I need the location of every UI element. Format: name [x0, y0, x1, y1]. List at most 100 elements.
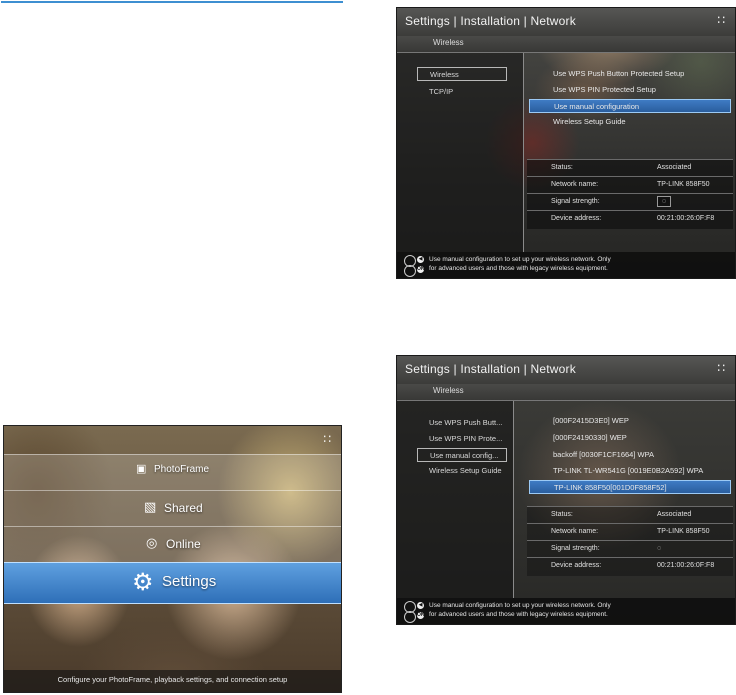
status-value: TP-LINK 858F50 — [657, 181, 710, 188]
network-label: TP-LINK 858F50[001D0F858F52] — [554, 483, 667, 492]
nav-item-label: Use WPS Push Butt... — [429, 418, 503, 427]
option-label: Use manual configuration — [554, 102, 640, 111]
title-bar: Settings | Installation | Network ∷ — [397, 8, 735, 36]
back-key-icon: ◀ — [417, 256, 424, 263]
nav-item-label: Wireless — [430, 70, 459, 79]
nav-item-wps-pin[interactable]: Use WPS PIN Prote... — [421, 432, 511, 446]
globe-icon: ◎ — [146, 535, 158, 550]
help-text: Use manual configuration to set up your … — [429, 601, 611, 619]
status-key: Signal strength: — [551, 198, 600, 205]
menu-item-shared[interactable]: ▧ Shared — [4, 490, 341, 526]
status-value: Associated — [657, 164, 692, 171]
menu-item-label: PhotoFrame — [154, 464, 210, 475]
option-wireless-setup-guide[interactable]: Wireless Setup Guide — [529, 115, 731, 129]
wifi-icon: ∷ — [717, 361, 725, 375]
network-item-selected[interactable]: TP-LINK 858F50[001D0F858F52] — [529, 480, 731, 494]
help-text-line1: Use manual configuration to set up your … — [429, 256, 611, 263]
status-value: 00:21:00:26:0F:F8 — [657, 215, 715, 222]
menu-item-photoframe[interactable]: ▣ PhotoFrame — [4, 454, 341, 490]
shared-icon: ▧ — [144, 499, 157, 514]
subtitle-bar: Wireless — [397, 36, 735, 53]
help-footer: ◀ OK Use manual configuration to set up … — [397, 598, 735, 624]
nav-item-manual-config[interactable]: Use manual config... — [417, 448, 507, 462]
status-row: Status: Associated — [527, 159, 733, 175]
nav-ring-icon — [404, 265, 416, 277]
nav-item-wireless-setup-guide[interactable]: Wireless Setup Guide — [421, 464, 511, 478]
wifi-icon: ∷ — [323, 432, 331, 446]
option-manual-configuration[interactable]: Use manual configuration — [529, 99, 731, 113]
network-label: [000F24190330] WEP — [553, 433, 627, 442]
status-value: TP-LINK 858F50 — [657, 528, 710, 535]
status-key: Network name: — [551, 528, 599, 535]
subtitle-bar: Wireless — [397, 384, 735, 401]
status-panel: Status: Associated Network name: TP-LINK… — [527, 506, 733, 576]
network-label: TP-LINK TL-WR541G [0019E0B2A592] WPA — [553, 466, 704, 475]
menu-item-label: Shared — [164, 501, 203, 515]
nav-item-label: Use WPS PIN Prote... — [429, 434, 503, 443]
help-text: Use manual configuration to set up your … — [429, 255, 611, 273]
device-address-row: Device address: 00:21:00:26:0F:F8 — [527, 557, 733, 573]
option-wps-push-button[interactable]: Use WPS Push Button Protected Setup — [529, 67, 731, 81]
status-row: Status: Associated — [527, 506, 733, 522]
status-key: Network name: — [551, 181, 599, 188]
left-menu-pane — [397, 53, 523, 252]
nav-item-label: Wireless Setup Guide — [429, 466, 502, 475]
title-bar: Settings | Installation | Network ∷ — [397, 356, 735, 384]
network-item[interactable]: TP-LINK TL-WR541G [0019E0B2A592] WPA — [529, 464, 731, 478]
ok-key-icon: OK — [417, 266, 425, 273]
status-key: Status: — [551, 511, 573, 518]
network-item[interactable]: [000F24190330] WEP — [529, 431, 731, 445]
network-name-row: Network name: TP-LINK 858F50 — [527, 523, 733, 539]
status-key: Status: — [551, 164, 573, 171]
breadcrumb-title: Settings | Installation | Network — [405, 362, 576, 376]
nav-item-tcpip[interactable]: TCP/IP — [421, 85, 511, 99]
wifi-icon: ∷ — [717, 13, 725, 27]
network-label: [000F2415D3E0] WEP — [553, 416, 629, 425]
ok-key-icon: OK — [417, 612, 425, 619]
help-text-line2: for advanced users and those with legacy… — [429, 611, 608, 618]
signal-strength-icon: ◌ — [657, 196, 671, 207]
pane-divider — [513, 401, 514, 598]
option-wps-pin[interactable]: Use WPS PIN Protected Setup — [529, 83, 731, 97]
network-label: backoff [0030F1CF1664] WPA — [553, 450, 655, 459]
breadcrumb-title: Settings | Installation | Network — [405, 14, 576, 28]
home-help-footer: Configure your PhotoFrame, playback sett… — [4, 670, 341, 692]
signal-strength-value: ◌ — [657, 194, 671, 209]
home-help-text: Configure your PhotoFrame, playback sett… — [57, 675, 288, 684]
option-label: Wireless Setup Guide — [553, 117, 626, 126]
menu-item-label: Online — [166, 537, 201, 551]
status-key: Device address: — [551, 562, 602, 569]
photoframe-icon: ▣ — [136, 463, 147, 475]
nav-item-wps-push[interactable]: Use WPS Push Butt... — [421, 416, 511, 430]
help-footer: ◀ OK Use manual configuration to set up … — [397, 252, 735, 278]
settings-network-screen-top: Settings | Installation | Network ∷ Wire… — [396, 7, 736, 279]
nav-item-wireless[interactable]: Wireless — [417, 67, 507, 81]
help-text-line1: Use manual configuration to set up your … — [429, 602, 611, 609]
device-address-row: Device address: 00:21:00:26:0F:F8 — [527, 210, 733, 226]
menu-item-online[interactable]: ◎ Online — [4, 526, 341, 562]
section-subtitle: Wireless — [433, 38, 464, 47]
home-menu-screen: ∷ ▣ PhotoFrame ▧ Shared ◎ Online ⚙ Setti… — [3, 425, 342, 693]
signal-strength-icon: ◌ — [657, 545, 662, 552]
network-item[interactable]: [000F2415D3E0] WEP — [529, 414, 731, 428]
left-menu-pane — [397, 401, 513, 598]
menu-item-settings[interactable]: ⚙ Settings — [4, 562, 341, 604]
nav-item-label: TCP/IP — [429, 87, 454, 96]
pane-divider — [523, 53, 524, 252]
menu-item-label: Settings — [162, 573, 217, 590]
option-label: Use WPS Push Button Protected Setup — [553, 69, 685, 78]
signal-strength-row: Signal strength: ◌ — [527, 193, 733, 209]
section-subtitle: Wireless — [433, 386, 464, 395]
network-item[interactable]: backoff [0030F1CF1664] WPA — [529, 448, 731, 462]
status-key: Signal strength: — [551, 545, 600, 552]
status-panel: Status: Associated Network name: TP-LINK… — [527, 159, 733, 229]
nav-ring-icon — [404, 611, 416, 623]
status-value: Associated — [657, 511, 692, 518]
top-accent-line — [1, 1, 343, 3]
gear-icon: ⚙ — [132, 569, 154, 596]
network-name-row: Network name: TP-LINK 858F50 — [527, 176, 733, 192]
option-label: Use WPS PIN Protected Setup — [553, 85, 656, 94]
status-value: 00:21:00:26:0F:F8 — [657, 562, 715, 569]
settings-network-screen-bottom: Settings | Installation | Network ∷ Wire… — [396, 355, 736, 625]
status-key: Device address: — [551, 215, 602, 222]
